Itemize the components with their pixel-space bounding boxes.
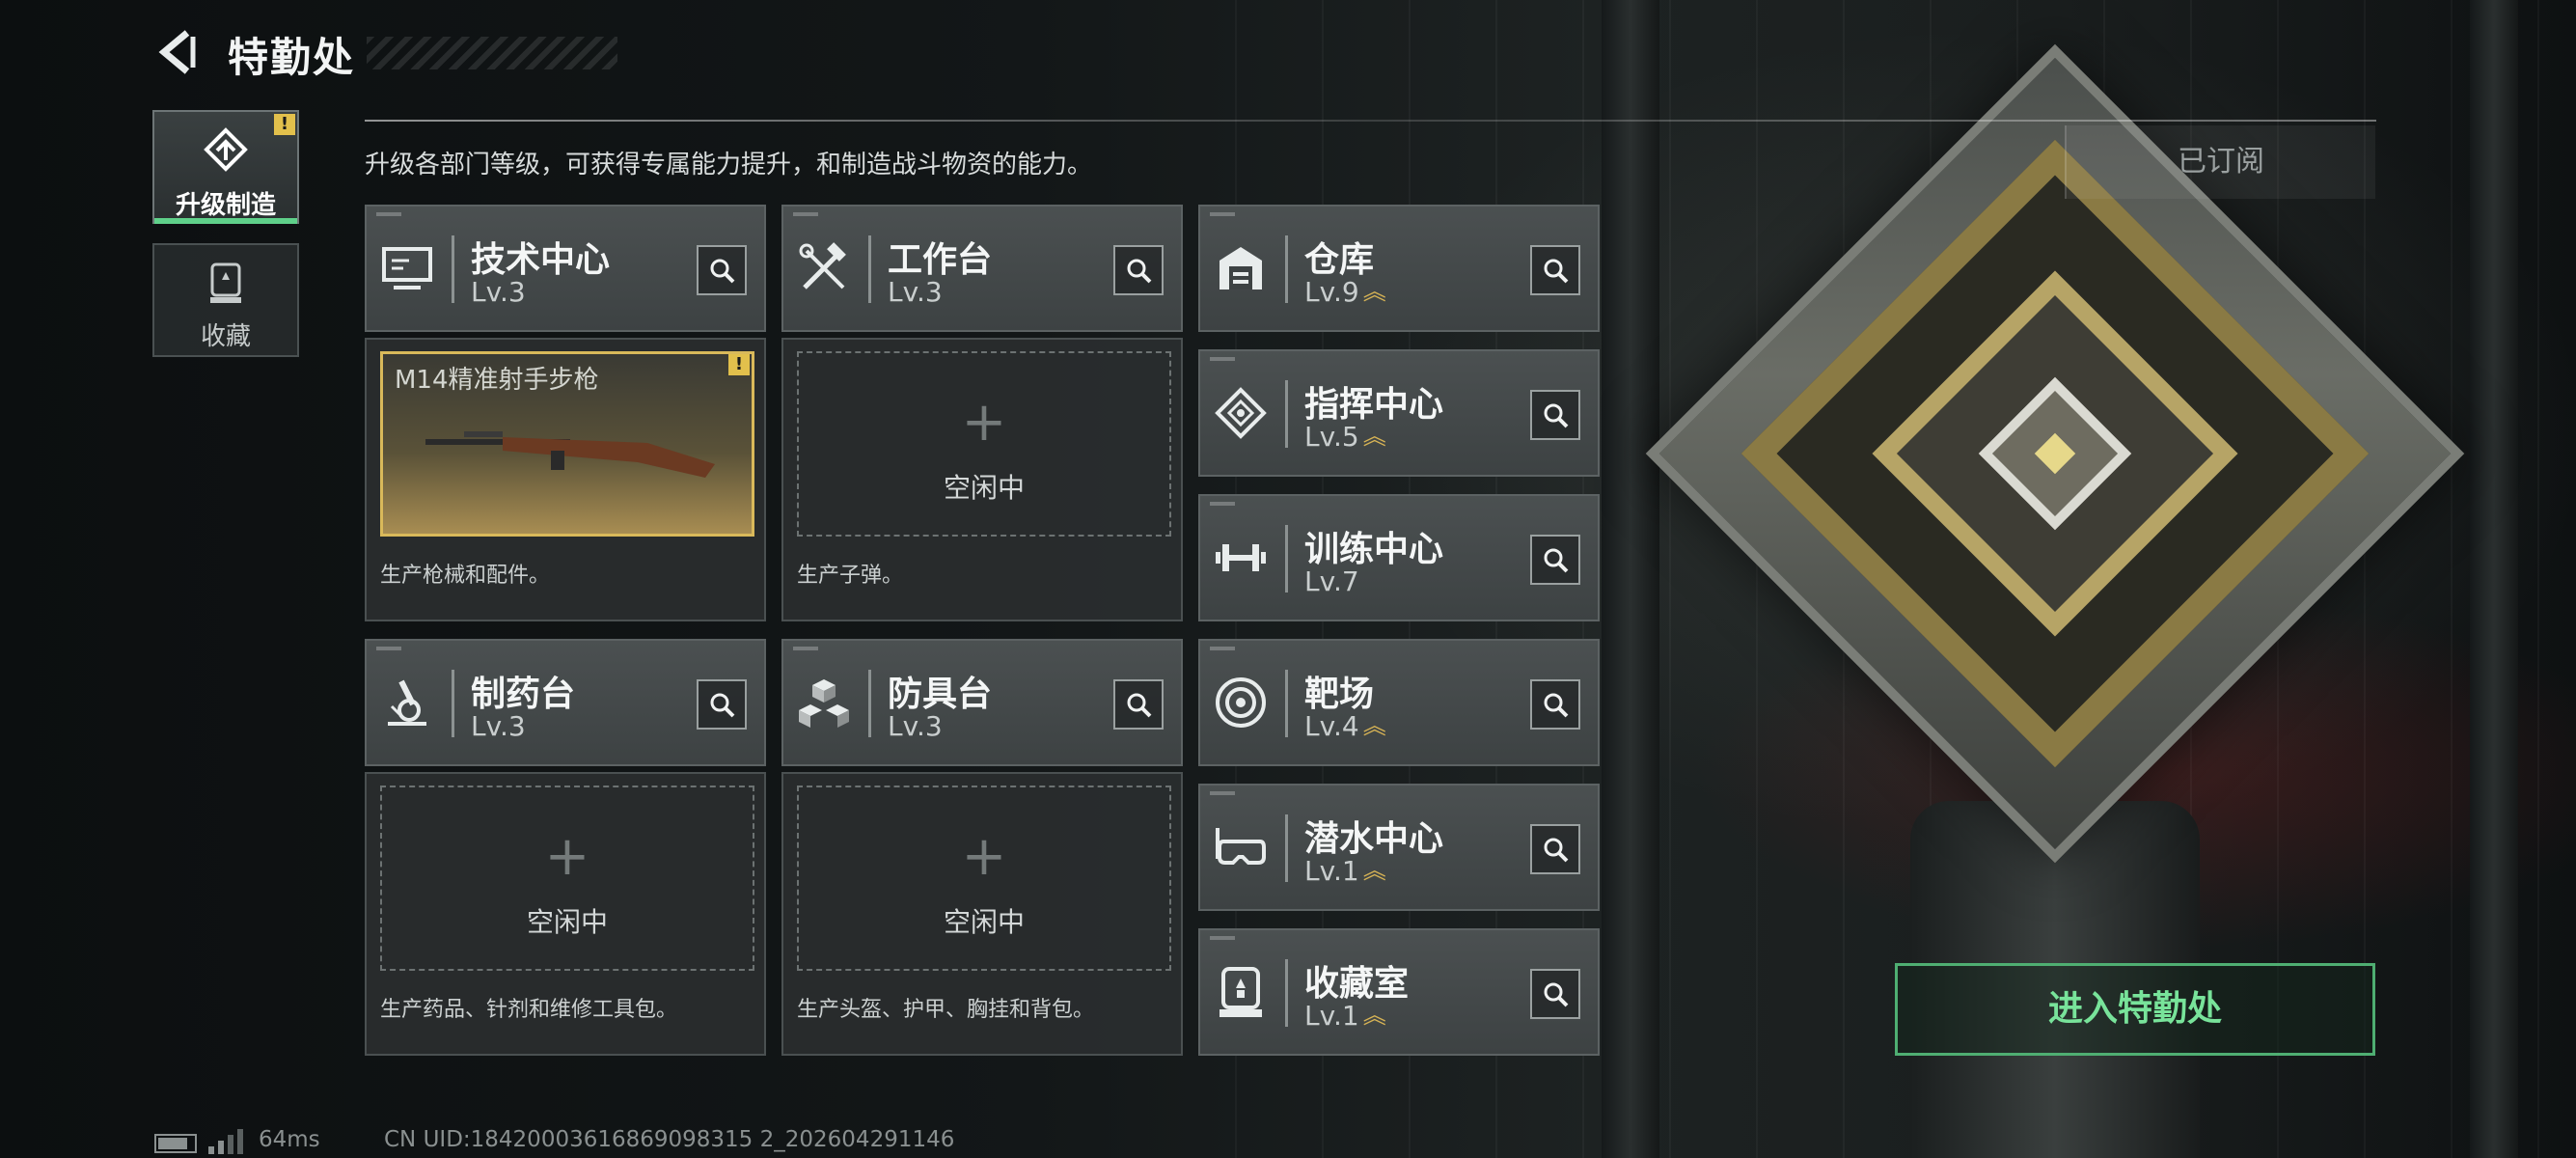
upgrade-available-icon: ︽ [1362,1002,1386,1029]
add-icon: + [961,391,1007,454]
search-button[interactable] [1530,245,1580,295]
search-button[interactable] [1530,969,1580,1019]
dept-card-collection-room[interactable]: 收藏室 Lv.1 ︽ [1198,928,1600,1056]
active-tab-indicator [154,218,297,224]
add-icon: + [961,825,1007,888]
upgrade-icon [204,127,248,176]
monitor-icon [380,241,434,295]
upgrade-available-icon: ︽ [1362,857,1386,884]
dept-name: 技术中心 [471,240,611,280]
dept-card-armor-bench[interactable]: 防具台 Lv.3 [781,639,1183,766]
production-description: 生产子弹。 [797,564,904,588]
production-slot-weapon[interactable]: M14精准射手步枪 ! [380,351,754,537]
dept-name: 工作台 [888,240,993,280]
dept-level: Lv.1 ︽ [1304,855,1386,887]
production-description: 生产枪械和配件。 [380,564,551,588]
search-button[interactable] [1113,245,1164,295]
tab-label: 收藏 [200,322,251,351]
dept-name: 训练中心 [1304,530,1444,569]
title-decoration [367,37,617,69]
tab-label: 升级制造 [175,191,276,220]
command-icon [1214,386,1268,440]
header-divider [365,120,2376,122]
dept-level: Lv.9 ︽ [1304,276,1386,308]
dept-name: 靶场 [1304,675,1375,714]
diving-mask-icon [1214,820,1268,874]
weapon-name: M14精准射手步枪 [395,366,599,395]
dept-card-training-center[interactable]: 训练中心 Lv.7 [1198,494,1600,621]
dept-card-pharmacy[interactable]: 制药台 Lv.3 [365,639,766,766]
latency-readout: 64ms [259,1127,320,1152]
alert-badge: ! [274,114,295,135]
dept-level: Lv.5 ︽ [1304,421,1386,453]
microscope-icon [380,676,434,730]
page-title: 特勤处 [228,34,356,81]
enter-hq-button[interactable]: 进入特勤处 [1895,963,2375,1056]
add-icon: + [544,825,590,888]
dept-level: Lv.1 ︽ [1304,1000,1386,1032]
dept-name: 制药台 [471,675,576,714]
warehouse-icon [1214,241,1268,295]
production-description: 生产药品、针剂和维修工具包。 [380,998,678,1022]
dumbbell-icon [1214,531,1268,585]
back-arrow-icon[interactable] [154,29,201,75]
target-icon [1214,676,1268,730]
dept-name: 潜水中心 [1304,819,1444,859]
dept-level: Lv.3 [888,276,943,308]
page-description: 升级各部门等级，可获得专属能力提升，和制造战斗物资的能力。 [365,151,1093,179]
search-button[interactable] [697,679,747,730]
dept-card-tech-center[interactable]: 技术中心 Lv.3 [365,205,766,332]
dept-card-warehouse[interactable]: 仓库 Lv.9 ︽ [1198,205,1600,332]
production-panel-weapons: M14精准射手步枪 ! 生产枪械和配件。 [365,338,766,621]
slot-status: 空闲中 [943,472,1025,504]
dept-level: Lv.3 [471,276,526,308]
trophy-icon [206,261,245,309]
production-slot-empty[interactable]: + 空闲中 [797,351,1171,537]
signal-icon [206,1129,245,1154]
subscribed-label: 已订阅 [2065,125,2375,199]
dept-card-workbench[interactable]: 工作台 Lv.3 [781,205,1183,332]
search-button[interactable] [1530,824,1580,874]
upgrade-available-icon: ︽ [1362,423,1386,450]
dept-card-shooting-range[interactable]: 靶场 Lv.4 ︽ [1198,639,1600,766]
tools-icon [797,241,851,295]
tab-collection[interactable]: 收藏 [152,243,299,357]
slot-status: 空闲中 [526,906,608,938]
cubes-icon [797,676,851,730]
alert-badge: ! [728,354,750,375]
production-slot-empty[interactable]: + 空闲中 [380,786,754,971]
dept-card-command-center[interactable]: 指挥中心 Lv.5 ︽ [1198,349,1600,477]
upgrade-available-icon: ︽ [1362,278,1386,305]
dept-name: 收藏室 [1304,964,1410,1004]
rifle-image [425,431,715,478]
dept-level: Lv.7 [1304,565,1359,597]
production-panel-medicine: + 空闲中 生产药品、针剂和维修工具包。 [365,772,766,1056]
search-button[interactable] [1530,679,1580,730]
production-panel-armor: + 空闲中 生产头盔、护甲、胸挂和背包。 [781,772,1183,1056]
dept-name: 防具台 [888,675,993,714]
production-slot-empty[interactable]: + 空闲中 [797,786,1171,971]
search-button[interactable] [697,245,747,295]
background-pillar [2470,0,2518,1158]
dept-level: Lv.3 [888,710,943,742]
battery-icon [154,1134,197,1153]
search-button[interactable] [1113,679,1164,730]
dept-level: Lv.3 [471,710,526,742]
dept-card-diving-center[interactable]: 潜水中心 Lv.1 ︽ [1198,784,1600,911]
dept-level: Lv.4 ︽ [1304,710,1386,742]
dept-name: 仓库 [1304,240,1375,280]
search-button[interactable] [1530,535,1580,585]
production-panel-ammo: + 空闲中 生产子弹。 [781,338,1183,621]
user-uid: CN UID:18420003616869098315 2_2026042911… [384,1127,955,1152]
collection-icon [1214,965,1268,1019]
search-button[interactable] [1530,390,1580,440]
upgrade-available-icon: ︽ [1362,712,1386,739]
slot-status: 空闲中 [943,906,1025,938]
production-description: 生产头盔、护甲、胸挂和背包。 [797,998,1095,1022]
dept-name: 指挥中心 [1304,385,1444,425]
tab-upgrade-manufacture[interactable]: 升级制造 ! [152,110,299,224]
